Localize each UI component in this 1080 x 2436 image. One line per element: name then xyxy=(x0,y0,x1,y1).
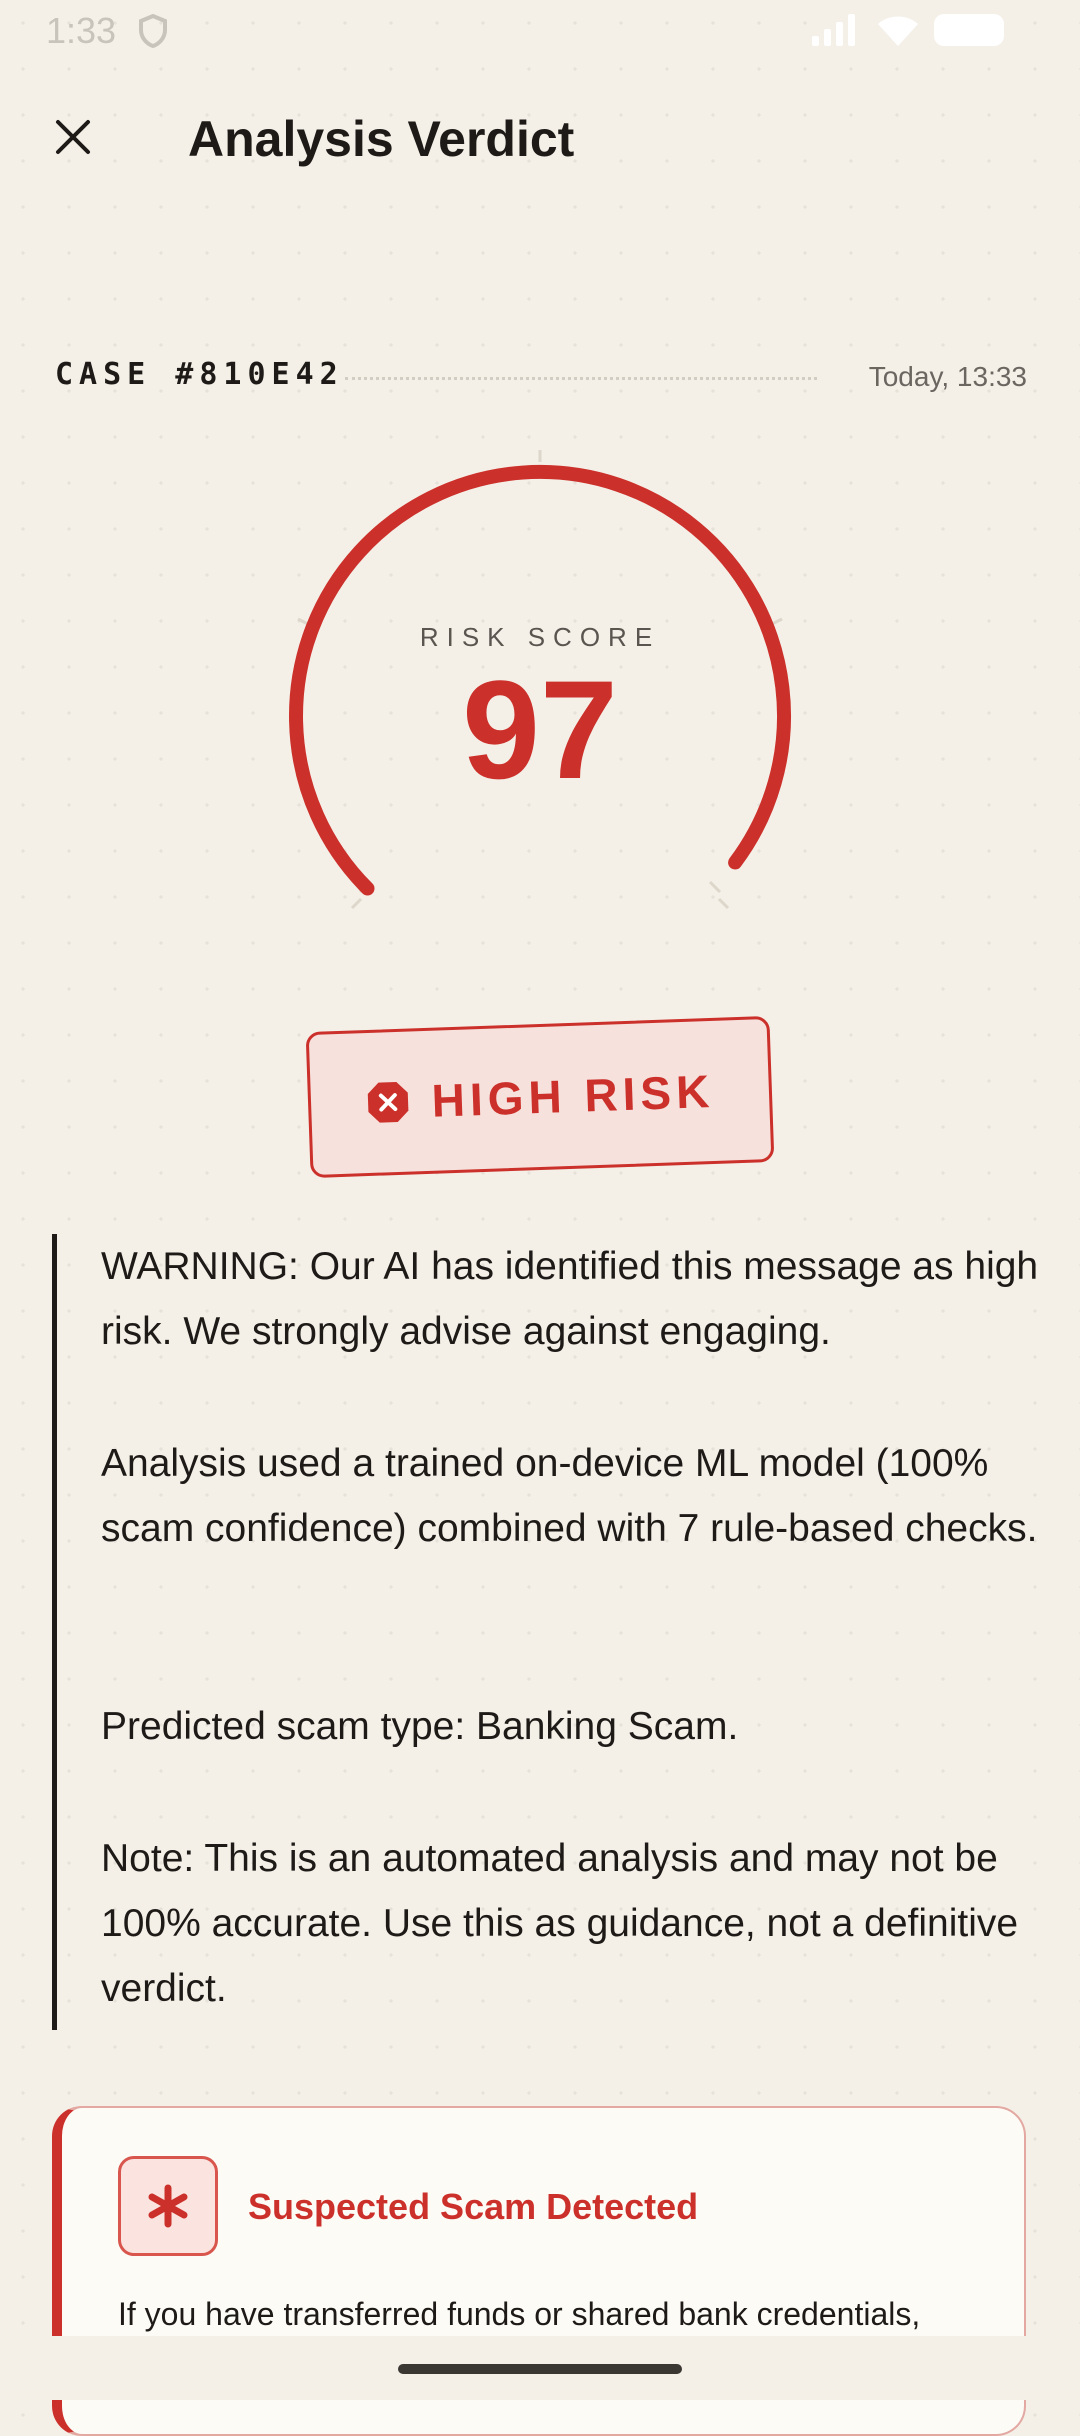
status-bar: 1:33 xyxy=(0,0,1080,62)
close-icon xyxy=(56,120,90,154)
risk-score-label: RISK SCORE xyxy=(419,622,661,652)
disclaimer-text: Note: This is an automated analysis and … xyxy=(101,1837,1019,2010)
wifi-icon xyxy=(878,16,918,46)
alert-icon-box xyxy=(118,2156,218,2256)
shield-icon xyxy=(139,14,167,48)
status-time: 1:33 xyxy=(46,10,117,51)
home-indicator[interactable] xyxy=(398,2364,682,2374)
case-header: CASE #810E42 Today, 13:33 xyxy=(55,357,1027,401)
risk-score-value: 97 xyxy=(462,651,618,808)
app-bar: Analysis Verdict xyxy=(0,80,1080,200)
dotted-divider xyxy=(345,377,817,380)
asterisk-icon xyxy=(148,2184,188,2228)
case-id: CASE #810E42 xyxy=(55,357,344,392)
case-timestamp: Today, 13:33 xyxy=(868,361,1027,392)
warning-text: WARNING: Our AI has identified this mess… xyxy=(101,1245,1039,1353)
alert-body: If you have transferred funds or shared … xyxy=(118,2296,921,2332)
risk-level-label: HIGH RISK xyxy=(430,1064,716,1127)
page-title: Analysis Verdict xyxy=(188,111,575,167)
alert-title: Suspected Scam Detected xyxy=(248,2186,699,2227)
octagon-x-icon xyxy=(367,1082,409,1123)
scam-type-text: Predicted scam type: Banking Scam. xyxy=(101,1705,739,1748)
signal-icon xyxy=(812,14,855,46)
risk-gauge: RISK SCORE 97 xyxy=(270,438,810,938)
battery-icon xyxy=(934,14,1004,46)
analysis-summary: WARNING: Our AI has identified this mess… xyxy=(52,1234,1038,2030)
close-button[interactable] xyxy=(40,104,106,170)
method-text: Analysis used a trained on-device ML mod… xyxy=(101,1442,1038,1550)
high-risk-badge: HIGH RISK xyxy=(305,1015,775,1179)
